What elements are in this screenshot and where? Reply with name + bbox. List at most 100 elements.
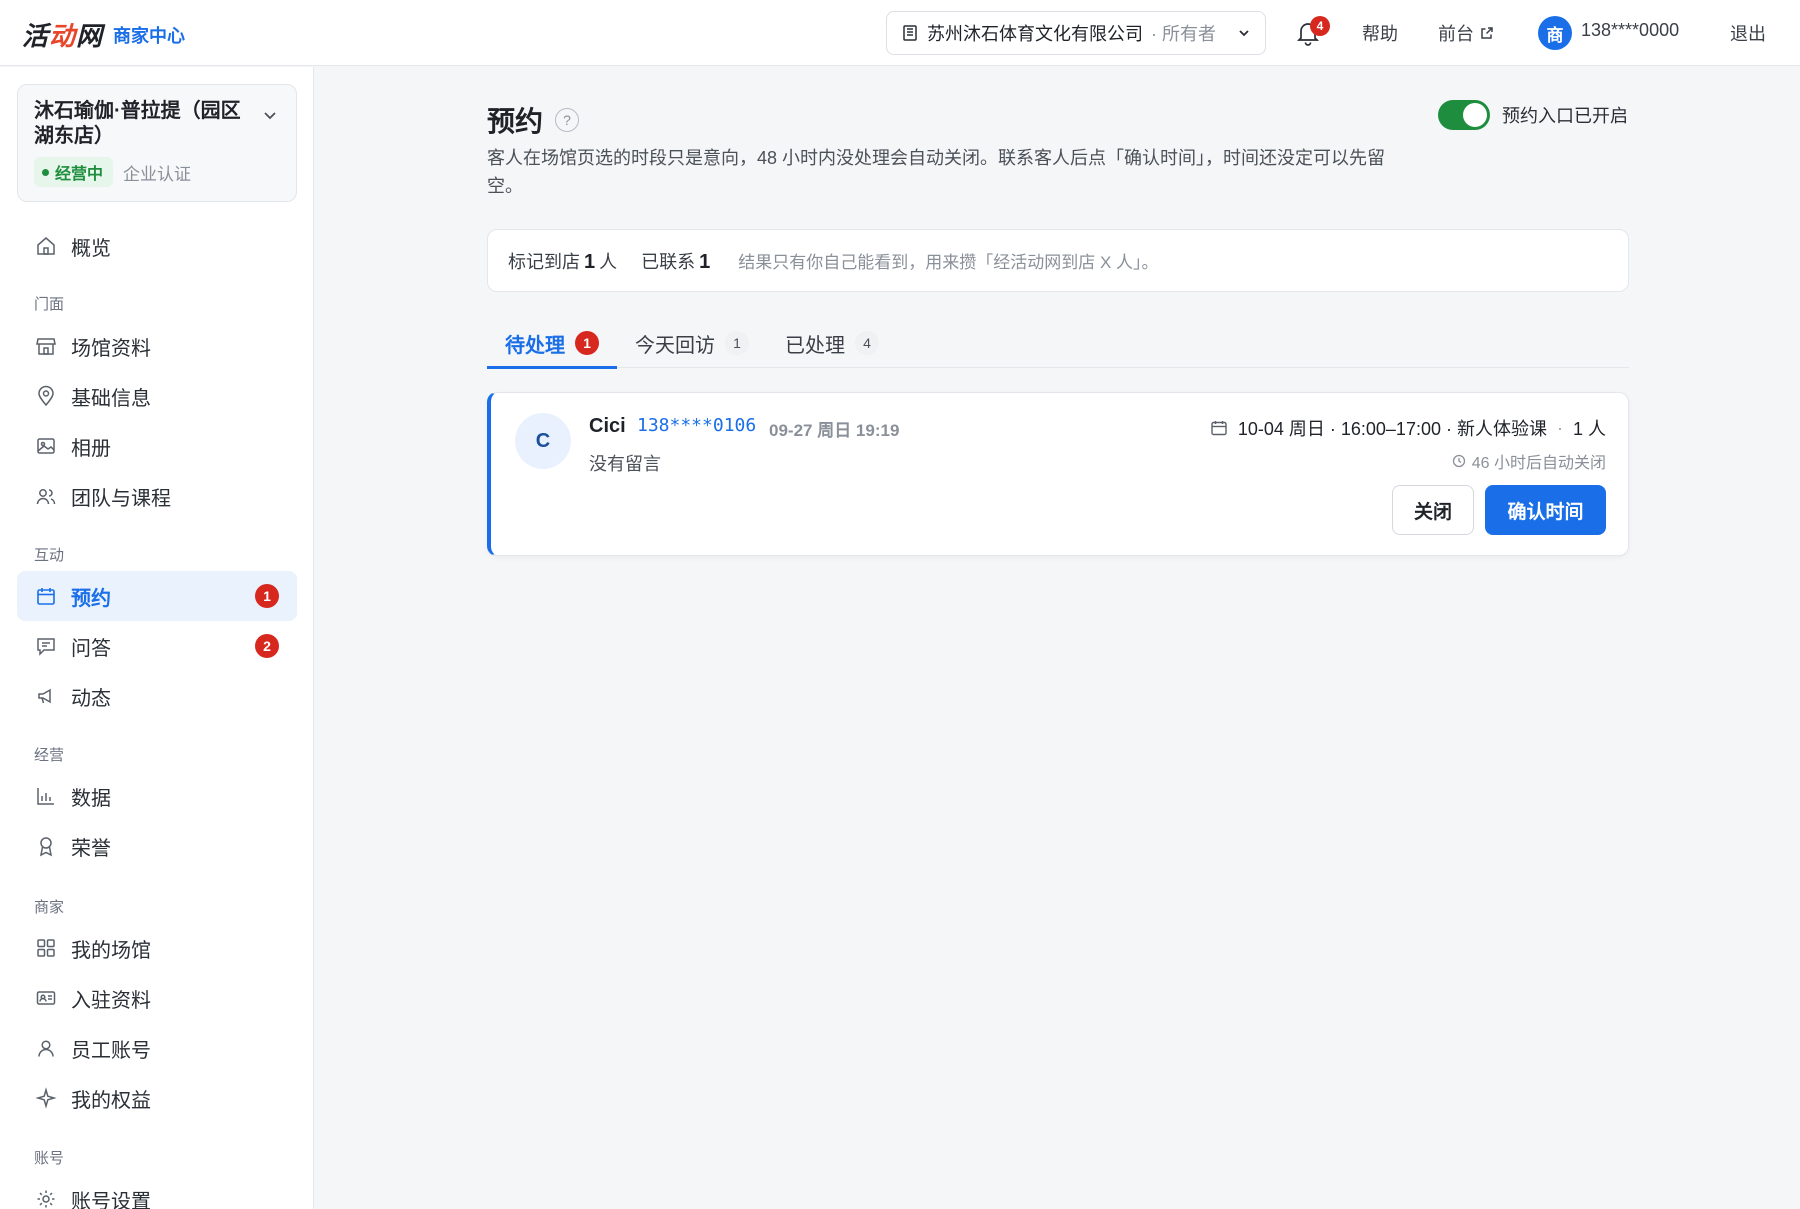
notification-button[interactable]: 4 xyxy=(1296,16,1330,48)
sidebar-item-account-settings[interactable]: 账号设置 xyxy=(17,1174,297,1209)
shop-switcher[interactable]: 沐石瑜伽·普拉提（园区湖东店） 经营中 企业认证 xyxy=(17,84,297,202)
customer-phone[interactable]: 138****0106 xyxy=(637,415,756,436)
chevron-down-icon xyxy=(1239,30,1249,37)
sidebar: 沐石瑜伽·普拉提（园区湖东店） 经营中 企业认证 概览 门面 场馆资料 基础信息… xyxy=(0,67,314,1209)
user-phone[interactable]: 138****0000 xyxy=(1581,20,1679,41)
close-button[interactable]: 关闭 xyxy=(1392,485,1474,535)
user-avatar[interactable]: 商 xyxy=(1538,16,1572,50)
sidebar-item-label: 我的场馆 xyxy=(71,939,151,962)
clock-icon xyxy=(1452,454,1465,468)
chevron-down-icon xyxy=(264,112,276,120)
sidebar-item-benefits[interactable]: 我的权益 xyxy=(17,1073,297,1123)
help-icon[interactable]: ? xyxy=(555,108,580,132)
certification-label: 企业认证 xyxy=(123,164,192,184)
notification-badge: 4 xyxy=(1310,16,1330,36)
slot-separator: · xyxy=(1556,417,1563,438)
booking-tabs: 待处理 1 今天回访 1 已处理 4 xyxy=(487,318,1629,369)
qa-count-badge: 2 xyxy=(255,634,279,658)
slot-date: 10-04 周日 · 16:00–17:00 · 新人体验课 xyxy=(1237,419,1547,439)
company-switcher[interactable]: 苏州沐石体育文化有限公司 · 所有者 xyxy=(886,11,1266,55)
stat-contacted: 已联系 1 xyxy=(641,250,711,273)
message-icon xyxy=(37,638,55,656)
nav-section-storefront: 门面 xyxy=(34,296,65,313)
logout-link[interactable]: 退出 xyxy=(1730,20,1766,46)
sidebar-item-label: 相册 xyxy=(71,437,111,460)
stats-note: 结果只有你自己能看到，用来攒「经活动网到店 X 人」。 xyxy=(738,253,1159,272)
tab-count-badge: 1 xyxy=(725,331,749,355)
frontdesk-label: 前台 xyxy=(1438,24,1474,44)
sidebar-item-booking[interactable]: 预约 1 xyxy=(17,571,297,621)
sidebar-item-qa[interactable]: 问答 2 xyxy=(17,621,297,671)
sidebar-item-label: 问答 xyxy=(71,637,111,660)
sidebar-item-team[interactable]: 团队与课程 xyxy=(17,471,297,521)
tab-label: 已处理 xyxy=(785,334,845,357)
confirm-time-button[interactable]: 确认时间 xyxy=(1485,485,1606,535)
sidebar-item-label: 团队与课程 xyxy=(71,487,171,510)
shop-name: 沐石瑜伽·普拉提（园区湖东店） xyxy=(34,100,241,147)
page-title-text: 预约 xyxy=(487,106,544,137)
sidebar-item-label: 概览 xyxy=(71,237,111,260)
sidebar-item-staff[interactable]: 员工账号 xyxy=(17,1023,297,1073)
sidebar-item-album[interactable]: 相册 xyxy=(17,421,297,471)
external-link-icon xyxy=(1481,27,1493,39)
toggle-label: 预约入口已开启 xyxy=(1502,106,1628,126)
sidebar-item-join-info[interactable]: 入驻资料 xyxy=(17,973,297,1023)
status-label: 经营中 xyxy=(55,166,104,183)
booking-entry-toggle[interactable] xyxy=(1438,100,1490,130)
nav-section-operation: 经营 xyxy=(34,747,65,764)
booking-slot: 10-04 周日 · 16:00–17:00 · 新人体验课 · 1 人 xyxy=(1210,415,1606,441)
booking-count-badge: 1 xyxy=(255,584,279,608)
stats-bar: 标记到店 1 人 已联系 1 结果只有你自己能看到，用来攒「经活动网到店 X 人」。 xyxy=(487,229,1629,292)
user-icon xyxy=(38,1040,54,1057)
sidebar-item-label: 账号设置 xyxy=(71,1190,151,1209)
sidebar-item-label: 我的权益 xyxy=(71,1089,151,1112)
id-card-icon xyxy=(36,991,56,1005)
slot-people: 1 人 xyxy=(1572,419,1606,439)
image-icon xyxy=(37,438,55,454)
sidebar-item-feed[interactable]: 动态 xyxy=(17,671,297,721)
sidebar-item-label: 动态 xyxy=(71,687,111,710)
nav-section-merchant: 商家 xyxy=(34,899,65,916)
sidebar-item-venue-info[interactable]: 场馆资料 xyxy=(17,321,297,371)
sidebar-item-honor[interactable]: 荣誉 xyxy=(17,821,297,871)
tab-label: 今天回访 xyxy=(635,334,715,357)
sidebar-item-label: 员工账号 xyxy=(71,1039,151,1062)
sidebar-item-overview[interactable]: 概览 xyxy=(17,221,297,271)
gear-icon xyxy=(37,1190,55,1208)
bar-chart-icon xyxy=(37,788,54,805)
sidebar-item-label: 基础信息 xyxy=(71,387,151,410)
top-bar: 活动网 商家中心 苏州沐石体育文化有限公司 · 所有者 4 帮助 前台 商 13… xyxy=(0,0,1800,66)
booking-created-time: 09-27 周日 19:19 xyxy=(769,421,900,440)
sidebar-item-data[interactable]: 数据 xyxy=(17,771,297,821)
sidebar-item-label: 场馆资料 xyxy=(71,337,151,360)
auto-close-notice: 46 小时后自动关闭 xyxy=(1452,449,1606,473)
users-icon xyxy=(36,489,56,505)
company-name: 苏州沐石体育文化有限公司 xyxy=(927,24,1143,44)
tab-label: 待处理 xyxy=(505,334,565,357)
home-icon xyxy=(37,237,55,255)
sidebar-item-basic-info[interactable]: 基础信息 xyxy=(17,371,297,421)
tab-processed[interactable]: 已处理 4 xyxy=(767,318,897,368)
logo[interactable]: 活动网 商家中心 xyxy=(22,16,185,53)
frontdesk-link[interactable]: 前台 xyxy=(1438,20,1494,46)
customer-avatar: C xyxy=(515,413,571,469)
building-icon xyxy=(903,25,917,41)
sidebar-item-label: 预约 xyxy=(71,587,111,610)
booking-entry-toggle-group: 预约入口已开启 xyxy=(1438,100,1628,130)
status-badge: 经营中 xyxy=(34,157,114,187)
auto-close-text: 46 小时后自动关闭 xyxy=(1471,455,1606,472)
sidebar-item-my-venues[interactable]: 我的场馆 xyxy=(17,923,297,973)
sparkle-icon xyxy=(35,1087,57,1109)
toggle-knob xyxy=(1463,103,1487,127)
status-dot xyxy=(42,168,49,176)
tab-pending[interactable]: 待处理 1 xyxy=(487,318,617,369)
calendar-icon xyxy=(1211,421,1227,436)
calendar-icon xyxy=(37,588,55,605)
tab-followup-today[interactable]: 今天回访 1 xyxy=(617,318,767,368)
stat-arrived: 标记到店 1 人 xyxy=(508,250,618,273)
nav-section-account: 账号 xyxy=(34,1150,65,1167)
logo-subtitle: 商家中心 xyxy=(113,25,186,46)
help-link[interactable]: 帮助 xyxy=(1362,20,1398,46)
page-title: 预约 ? xyxy=(487,100,580,140)
location-pin-icon xyxy=(38,385,54,407)
